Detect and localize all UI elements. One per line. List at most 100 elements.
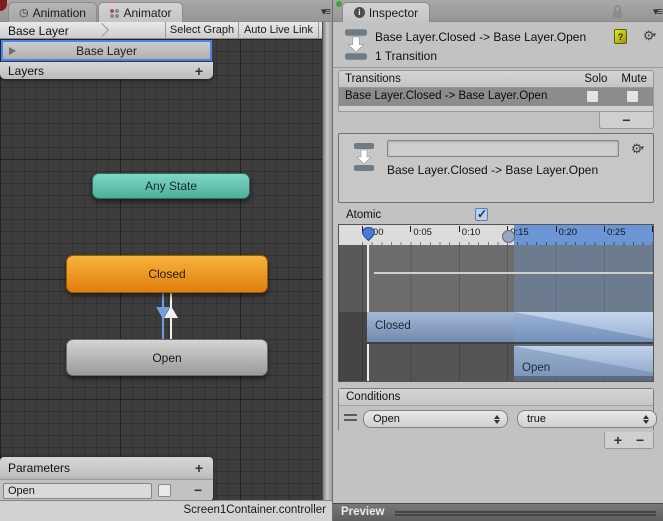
any-state-label: Any State	[144, 179, 198, 193]
state-node-open[interactable]: Open	[66, 339, 268, 376]
layer-play-icon	[9, 46, 16, 55]
conditions-header: Conditions	[339, 389, 653, 406]
select-graph-button[interactable]: Select Graph	[165, 22, 238, 38]
conditions-section: Conditions Open true	[338, 388, 657, 432]
blend-curve-line	[374, 272, 653, 274]
tab-animator-label: Animator	[123, 5, 172, 20]
help-icon[interactable]: ?	[614, 29, 627, 44]
condition-drag-handle[interactable]	[344, 414, 357, 421]
auto-live-link-label: Auto Live Link	[243, 24, 314, 36]
layers-label: Layers	[8, 63, 45, 78]
dropdown-arrows-icon	[643, 414, 649, 424]
inspector-header: Base Layer.Closed -> Base Layer.Open 1 T…	[333, 22, 663, 68]
tab-animation[interactable]: ◷ Animation	[8, 2, 97, 22]
transitions-section-header: Transitions Solo Mute	[338, 70, 654, 88]
tab-animation-label: Animation	[32, 5, 86, 20]
tab-inspector[interactable]: i Inspector	[342, 2, 430, 22]
breadcrumb-chevron-icon	[94, 22, 110, 38]
layer-list-item-base-layer[interactable]: Base Layer	[1, 40, 212, 61]
inspector-menu-icon[interactable]: ▾≡	[653, 5, 663, 18]
transition-icon	[344, 28, 368, 64]
state-node-closed[interactable]: Closed	[66, 255, 268, 293]
ruler-tick-label: 0:10	[461, 227, 481, 238]
open-node-label: Open	[152, 350, 182, 365]
condition-value-dropdown[interactable]: true	[517, 410, 657, 428]
transition-count: 1 Transition	[375, 49, 438, 63]
transition-title: Base Layer.Closed -> Base Layer.Open	[375, 30, 587, 44]
solo-column-label: Solo	[584, 73, 608, 85]
animator-icon	[109, 8, 120, 18]
atomic-label: Atomic	[346, 209, 382, 221]
remove-transition-button[interactable]: −	[622, 112, 630, 128]
transition-gear-icon[interactable]: ⚙▾	[631, 141, 644, 157]
mute-column-label: Mute	[621, 73, 647, 85]
unity-editor-window: ◷ Animation Animator ▾≡ Base Layer Selec…	[0, 0, 663, 521]
auto-live-link-button[interactable]: Auto Live Link	[238, 22, 319, 38]
tab-animator[interactable]: Animator	[98, 2, 183, 22]
transition-detail-label: Base Layer.Closed -> Base Layer.Open	[387, 163, 599, 177]
gear-icon[interactable]: ⚙▾	[643, 28, 656, 44]
tab-inspector-label: Inspector	[368, 5, 419, 20]
parameter-row: −	[0, 479, 213, 501]
select-graph-label: Select Graph	[169, 24, 235, 36]
condition-row: Open true	[339, 406, 657, 432]
inspector-panel: i Inspector ▾≡ Base Layer.Closed -> Base…	[332, 0, 663, 521]
dropdown-arrows-icon	[494, 414, 500, 424]
closed-motion-band[interactable]: Closed	[367, 312, 653, 344]
open-band-label: Open	[522, 362, 551, 374]
transition-start-marker[interactable]	[502, 230, 515, 243]
condition-value: true	[527, 413, 546, 425]
transition-row-label: Base Layer.Closed -> Base Layer.Open	[345, 90, 548, 102]
panel-menu-icon[interactable]: ▾≡	[321, 5, 331, 18]
preview-label: Preview	[341, 506, 385, 518]
ruler-tick-label: 0:25	[607, 227, 626, 238]
layer-item-label: Base Layer	[76, 43, 137, 58]
remove-parameter-button[interactable]: −	[194, 482, 202, 498]
atomic-checkbox[interactable]	[475, 207, 488, 221]
controller-status-bar: Screen1Container.controller	[0, 500, 332, 521]
breadcrumb[interactable]: Base Layer	[8, 24, 69, 38]
panel-splitter[interactable]	[322, 22, 332, 500]
ruler-tick-label: 0:20	[558, 227, 578, 238]
parameters-header: Parameters +	[0, 457, 213, 479]
animator-tabbar: ◷ Animation Animator ▾≡	[0, 0, 332, 22]
mute-checkbox[interactable]	[626, 90, 639, 103]
animator-panel: ◷ Animation Animator ▾≡ Base Layer Selec…	[0, 0, 332, 521]
info-icon: i	[353, 7, 365, 18]
transition-list-row[interactable]: Base Layer.Closed -> Base Layer.Open	[338, 88, 654, 106]
controller-path-label: Screen1Container.controller	[183, 504, 326, 516]
open-motion-band[interactable]: Open	[514, 346, 653, 376]
lock-icon[interactable]	[612, 5, 623, 18]
timeline-pre-zero-zone	[339, 245, 367, 381]
transition-detail-box: ⚙▾ Base Layer.Closed -> Base Layer.Open	[338, 133, 654, 203]
transition-arrowhead-up-icon	[164, 306, 178, 318]
playhead-marker[interactable]	[361, 226, 376, 244]
transition-icon	[353, 142, 375, 175]
condition-parameter-value: Open	[373, 413, 400, 425]
lock-body	[613, 11, 622, 18]
animator-toolbar: Base Layer Select Graph Auto Live Link	[0, 22, 332, 39]
add-layer-button[interactable]: +	[195, 63, 203, 79]
ruler-tick-label: 0:05	[413, 227, 432, 238]
add-condition-button[interactable]: +	[614, 432, 622, 448]
remove-condition-button[interactable]: −	[636, 432, 644, 448]
parameters-label: Parameters	[8, 461, 71, 475]
timeline-ruler[interactable]: 0:000:050:100:150:200:251	[339, 225, 653, 245]
solo-checkbox[interactable]	[586, 90, 599, 103]
transition-timeline[interactable]: 0:000:050:100:150:200:251 Closed Open	[338, 224, 654, 382]
preview-drag-grip	[395, 511, 656, 516]
condition-parameter-dropdown[interactable]: Open	[363, 410, 508, 428]
clock-icon: ◷	[19, 7, 29, 19]
parameter-bool-checkbox[interactable]	[158, 484, 171, 497]
closed-node-label: Closed	[148, 267, 186, 281]
state-node-any-state[interactable]: Any State	[92, 173, 250, 199]
window-edge-fragment	[0, 0, 7, 11]
parameter-name-input[interactable]	[3, 483, 152, 499]
layers-header: Layers +	[0, 62, 213, 79]
preview-bar[interactable]: Preview	[333, 503, 663, 521]
transitions-label: Transitions	[345, 73, 401, 85]
add-parameter-button[interactable]: +	[195, 460, 203, 476]
transition-name-input[interactable]	[387, 140, 619, 157]
inspector-tabbar: i Inspector ▾≡	[333, 0, 663, 22]
remove-transition-box: −	[599, 112, 654, 129]
